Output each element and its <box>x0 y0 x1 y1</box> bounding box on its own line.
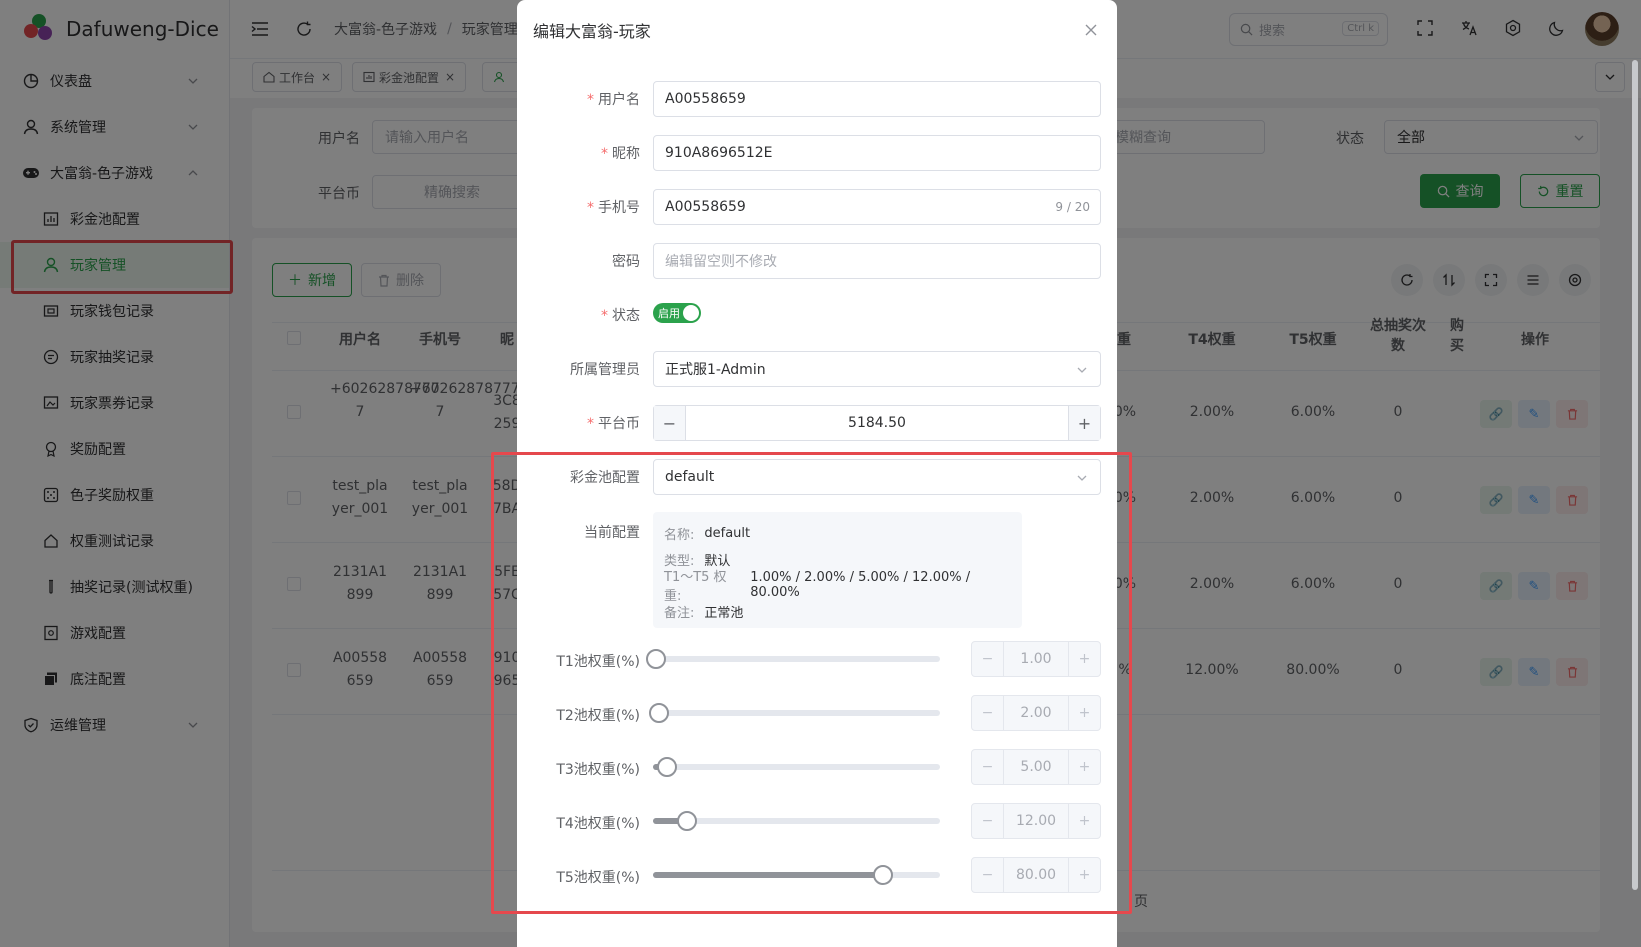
t2-weight-slider[interactable] <box>648 703 940 723</box>
coin-value-field[interactable]: 5184.50 <box>686 406 1068 440</box>
increase-button[interactable]: + <box>1068 642 1100 676</box>
status-switch-text: 启用 <box>658 307 680 320</box>
slider-fill <box>653 872 883 878</box>
required-mark: * <box>587 92 594 108</box>
t4-weight-input: −12.00 + <box>971 803 1101 839</box>
t1-weight-label: T1池权重(%) <box>556 654 640 670</box>
username-input[interactable]: A00558659 <box>653 81 1101 117</box>
phone-value: A00558659 <box>665 199 746 215</box>
t4-weight-value[interactable]: 12.00 <box>1004 804 1068 838</box>
coin-decrease-button[interactable]: − <box>654 406 686 440</box>
phone-label-text: 手机号 <box>598 200 640 216</box>
plus-icon: + <box>1077 413 1092 433</box>
pool-label: 彩金池配置 <box>570 470 640 486</box>
config-weights-key: T1～T5 权重: <box>664 570 727 604</box>
t2-weight-value[interactable]: 2.00 <box>1004 696 1068 730</box>
status-label: * 状态 <box>601 305 640 325</box>
slider-handle[interactable] <box>657 757 678 777</box>
slider-handle[interactable] <box>872 865 893 885</box>
current-config-label: 当前配置 <box>584 525 640 541</box>
status-label-text: 状态 <box>612 308 640 324</box>
decrease-button[interactable]: − <box>972 696 1004 730</box>
password-input[interactable]: 编辑留空则不修改 <box>653 243 1101 279</box>
t3-weight-slider[interactable] <box>653 757 940 777</box>
password-placeholder: 编辑留空则不修改 <box>665 254 777 270</box>
current-config-box: 名称: default 类型: 默认 T1～T5 权重: 1.00% / 2.00% … <box>653 512 1022 628</box>
page-scrollbar[interactable] <box>1632 60 1638 890</box>
t1-weight-input: −1.00 + <box>971 641 1101 677</box>
decrease-button[interactable]: − <box>972 804 1004 838</box>
coin-number-input: − 5184.50 + <box>653 405 1101 441</box>
t4-weight-slider[interactable] <box>653 811 940 831</box>
phone-label: * 手机号 <box>587 197 640 217</box>
nickname-input[interactable]: 910A8696512E <box>653 135 1101 171</box>
increase-button[interactable]: + <box>1068 696 1100 730</box>
admin-select[interactable]: 正式服1-Admin <box>653 351 1101 387</box>
t1-weight-slider[interactable] <box>645 649 940 669</box>
slider-handle[interactable] <box>648 703 669 723</box>
t3-weight-value[interactable]: 5.00 <box>1004 750 1068 784</box>
t5-weight-slider[interactable] <box>653 865 940 885</box>
coin-increase-button[interactable]: + <box>1068 406 1100 440</box>
username-value: A00558659 <box>665 91 746 107</box>
t4-weight-label: T4池权重(%) <box>556 816 640 832</box>
t2-weight-input: −2.00 + <box>971 695 1101 731</box>
required-mark: * <box>587 200 594 216</box>
increase-button[interactable]: + <box>1068 804 1100 838</box>
config-note-key: 备注: <box>664 605 695 621</box>
minus-icon: − <box>662 413 677 433</box>
config-name-value: default <box>704 525 751 541</box>
nickname-value: 910A8696512E <box>665 145 773 161</box>
required-mark: * <box>601 146 608 162</box>
config-name-key: 名称: <box>664 527 695 543</box>
close-icon[interactable] <box>1083 22 1099 38</box>
chevron-down-icon <box>1077 367 1087 373</box>
password-label: 密码 <box>612 254 640 270</box>
nickname-label: * 昵称 <box>601 143 640 163</box>
decrease-button[interactable]: − <box>972 642 1004 676</box>
t5-weight-label: T5池权重(%) <box>556 870 640 886</box>
increase-button[interactable]: + <box>1068 858 1100 892</box>
config-note-line: 备注: 正常池 <box>664 598 1011 624</box>
config-weights-line: T1～T5 权重: 1.00% / 2.00% / 5.00% / 12.00% … <box>664 570 1011 604</box>
username-label: * 用户名 <box>587 89 640 109</box>
increase-button[interactable]: + <box>1068 750 1100 784</box>
config-note-value: 正常池 <box>704 605 744 621</box>
admin-label: 所属管理员 <box>570 362 640 378</box>
pool-select[interactable]: default <box>653 459 1101 495</box>
username-label-text: 用户名 <box>598 92 640 108</box>
slider-handle[interactable] <box>645 649 666 669</box>
required-mark: * <box>601 308 608 324</box>
t1-weight-value[interactable]: 1.00 <box>1004 642 1068 676</box>
decrease-button[interactable]: − <box>972 750 1004 784</box>
decrease-button[interactable]: − <box>972 858 1004 892</box>
status-switch[interactable]: 启用 <box>653 303 701 323</box>
switch-knob <box>683 305 699 321</box>
admin-value: 正式服1-Admin <box>665 362 766 378</box>
t3-weight-label: T3池权重(%) <box>556 762 640 778</box>
t5-weight-input: −80.00 + <box>971 857 1101 893</box>
dialog-title: 编辑大富翁-玩家 <box>533 22 651 41</box>
t3-weight-input: −5.00 + <box>971 749 1101 785</box>
coin-label-text: 平台币 <box>598 416 640 432</box>
pool-value: default <box>665 469 715 485</box>
config-name-line: 名称: default <box>664 520 1011 546</box>
coin-value: 5184.50 <box>848 415 906 431</box>
chevron-down-icon <box>1077 475 1087 481</box>
t2-weight-label: T2池权重(%) <box>556 708 640 724</box>
coin-label: * 平台币 <box>587 413 640 433</box>
t5-weight-value[interactable]: 80.00 <box>1004 858 1068 892</box>
phone-char-counter: 9 / 20 <box>1055 200 1090 214</box>
required-mark: * <box>587 416 594 432</box>
nickname-label-text: 昵称 <box>612 146 640 162</box>
slider-handle[interactable] <box>677 811 698 831</box>
phone-input[interactable]: A00558659 9 / 20 <box>653 189 1101 225</box>
config-weights-value: 1.00% / 2.00% / 5.00% / 12.00% / 80.00% <box>750 570 971 600</box>
edit-player-dialog: 编辑大富翁-玩家 * 用户名 A00558659 * 昵称 910A8696512E… <box>517 0 1117 947</box>
